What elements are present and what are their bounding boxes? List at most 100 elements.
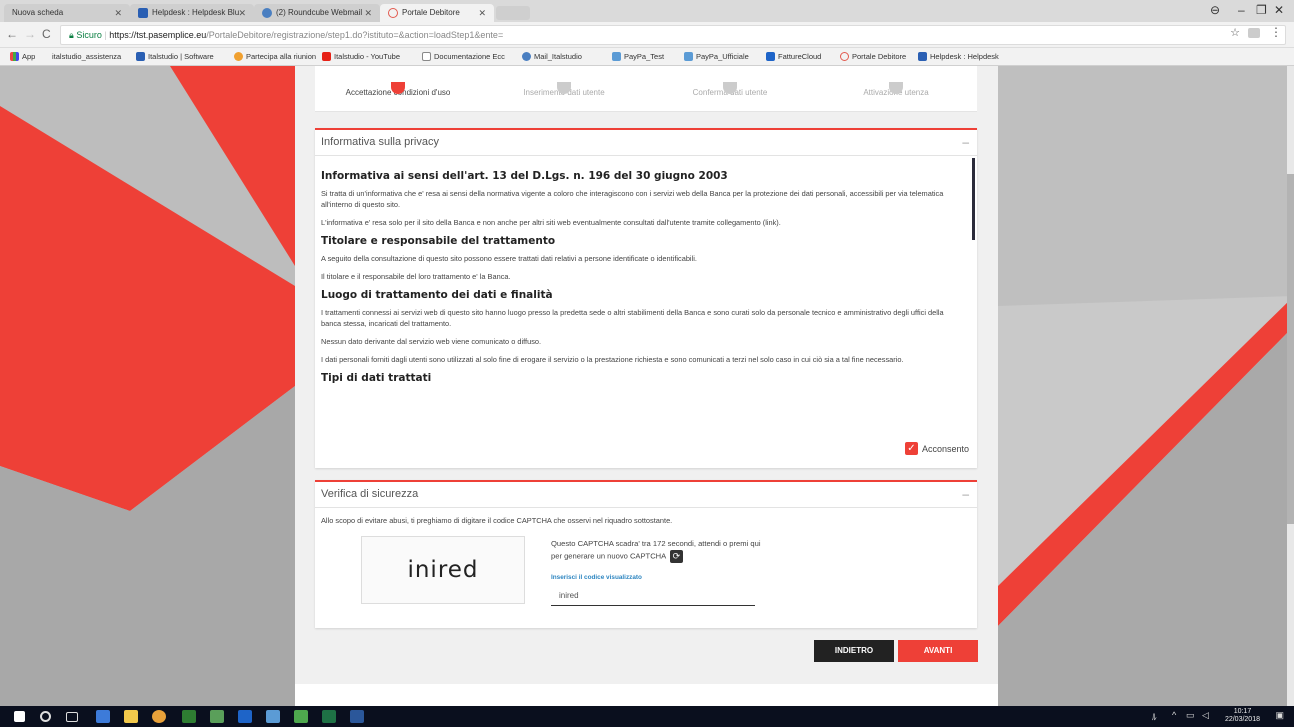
refresh-captcha-icon[interactable]: ⟳: [669, 550, 683, 563]
bookmark-item[interactable]: Partecipa alla riunion: [234, 52, 316, 61]
close-tab-icon[interactable]: ✕: [238, 4, 246, 22]
bookmark-item[interactable]: PayPa_Test: [612, 52, 664, 61]
privacy-panel: Informativa sulla privacy – Informativa …: [315, 128, 977, 468]
close-tab-icon[interactable]: ✕: [364, 4, 372, 22]
windows-taskbar: ﾙ ^ ▭ ◁ 10:17 22/03/2018 ▣: [0, 706, 1294, 727]
section-heading: Informativa ai sensi dell'art. 13 del D.…: [321, 170, 728, 182]
minimize-button[interactable]: –: [1238, 3, 1245, 17]
paragraph: I dati personali forniti dagli utenti so…: [321, 355, 904, 364]
captcha-image-text: inired: [407, 557, 479, 583]
roundcube-icon: [522, 52, 531, 61]
url-host: https://tst.pasemplice.eu: [109, 30, 207, 40]
page-scrollbar[interactable]: [1287, 66, 1294, 706]
bookmark-item[interactable]: italstudio_assistenza: [52, 52, 121, 61]
tab-portale-debitore[interactable]: Portale Debitore ✕: [380, 4, 494, 22]
globe-icon: [388, 8, 398, 18]
fatturecloud-icon: [766, 52, 775, 61]
new-tab-button[interactable]: [496, 6, 530, 20]
back-button[interactable]: INDIETRO: [814, 640, 894, 662]
paypa-icon[interactable]: [266, 710, 280, 723]
privacy-text-area[interactable]: Informativa ai sensi dell'art. 13 del D.…: [315, 156, 977, 424]
bookmark-item[interactable]: FattureCloud: [766, 52, 821, 61]
back-arrow-icon[interactable]: ←: [6, 27, 18, 41]
browser-menu-icon[interactable]: ⋮: [1270, 25, 1282, 39]
web-page: Accettazione condizioni d'uso Inseriment…: [0, 66, 1294, 706]
document-icon: [422, 52, 431, 61]
bookmark-item[interactable]: Documentazione Ecc: [422, 52, 505, 61]
security-panel-header[interactable]: Verifica di sicurezza –: [315, 482, 977, 508]
bookmark-item[interactable]: Italstudio - YouTube: [322, 52, 400, 61]
captcha-code-input[interactable]: [551, 586, 755, 606]
close-window-button[interactable]: ✕: [1274, 3, 1284, 17]
calculator-icon[interactable]: [182, 710, 196, 723]
bookmark-item[interactable]: PayPa_Ufficiale: [684, 52, 749, 61]
people-icon[interactable]: ﾙ: [1152, 710, 1157, 723]
volume-icon[interactable]: ◁: [1202, 710, 1209, 721]
bookmark-item[interactable]: Helpdesk : Helpdesk: [918, 52, 999, 61]
privacy-panel-header[interactable]: Informativa sulla privacy –: [315, 130, 977, 156]
bookmark-star-icon[interactable]: ☆: [1230, 26, 1240, 39]
collapse-icon[interactable]: –: [962, 482, 969, 506]
helpdesk-icon: [918, 52, 927, 61]
tab-nuova-scheda[interactable]: Nuova scheda ✕: [4, 4, 130, 22]
account-circle-icon[interactable]: ⊖: [1210, 3, 1220, 17]
app-icon[interactable]: [96, 710, 110, 723]
consent-label: Acconsento: [921, 443, 969, 454]
search-icon[interactable]: [40, 711, 51, 722]
help-icon[interactable]: [294, 710, 308, 723]
step-accettazione: Accettazione condizioni d'uso: [323, 82, 473, 97]
roundcube-favicon: [262, 8, 272, 18]
address-bar[interactable]: 🔒︎ Sicuro | https://tst.pasemplice.eu/Po…: [60, 25, 1286, 45]
italstudio-icon: [136, 52, 145, 61]
network-icon[interactable]: ▭: [1186, 710, 1195, 721]
taskbar-clock[interactable]: 10:17 22/03/2018: [1225, 708, 1260, 724]
tab-label: Helpdesk : Helpdesk Blu: [152, 8, 240, 17]
forward-arrow-icon[interactable]: →: [24, 27, 36, 41]
captcha-expiry-text: Questo CAPTCHA scadra' tra 172 secondi, …: [551, 539, 761, 561]
paypa-icon: [612, 52, 621, 61]
bookmark-item[interactable]: Mail_Italstudio: [522, 52, 582, 61]
maximize-button[interactable]: ❐: [1256, 3, 1267, 17]
bookmark-item[interactable]: Italstudio | Software: [136, 52, 214, 61]
file-explorer-icon[interactable]: [124, 710, 138, 723]
paypa-icon: [684, 52, 693, 61]
step-attivazione: Attivazione utenza: [821, 82, 971, 97]
paragraph: Il titolare e il responsabile del loro t…: [321, 272, 511, 281]
page-scrollbar-thumb[interactable]: [1287, 174, 1294, 524]
tab-roundcube[interactable]: (2) Roundcube Webmail ✕: [254, 4, 380, 22]
task-view-icon[interactable]: [66, 712, 78, 722]
apps-grid-icon: [10, 52, 19, 61]
tab-helpdesk[interactable]: Helpdesk : Helpdesk Blu ✕: [130, 4, 254, 22]
windows-start-icon[interactable]: [14, 711, 25, 722]
notifications-icon[interactable]: ▣: [1275, 710, 1284, 721]
panel-title: Informativa sulla privacy: [321, 136, 439, 148]
captcha-instructions: Allo scopo di evitare abusi, ti preghiam…: [321, 516, 673, 525]
captcha-image: inired: [361, 536, 525, 604]
bookmark-item[interactable]: Portale Debitore: [840, 52, 906, 61]
tab-label: Nuova scheda: [12, 8, 64, 17]
reload-icon[interactable]: C: [42, 27, 51, 41]
secure-label: Sicuro: [76, 30, 102, 40]
word-icon[interactable]: [350, 710, 364, 723]
checkbox-checked-icon[interactable]: ✓: [904, 442, 918, 455]
next-button[interactable]: AVANTI: [898, 640, 978, 662]
paragraph: Si tratta di un'informativa che e' resa …: [321, 189, 944, 209]
container-footer: [295, 684, 998, 706]
extension-icon[interactable]: [1248, 28, 1260, 38]
close-tab-icon[interactable]: ✕: [114, 4, 122, 22]
browser-toolbar: ← → C 🔒︎ Sicuro | https://tst.pasemplice…: [0, 22, 1294, 48]
chrome-icon[interactable]: [152, 710, 166, 723]
fatturecloud-icon[interactable]: [238, 710, 252, 723]
collapse-icon[interactable]: –: [962, 130, 969, 154]
panel-title: Verifica di sicurezza: [321, 488, 419, 500]
consent-checkbox-row[interactable]: ✓ Acconsento: [904, 442, 969, 455]
notepad-icon[interactable]: [210, 710, 224, 723]
bookmark-apps[interactable]: App: [10, 52, 35, 61]
chevron-up-icon[interactable]: ^: [1172, 710, 1176, 720]
close-tab-icon[interactable]: ✕: [478, 4, 486, 22]
privacy-scrollbar-thumb[interactable]: [972, 158, 975, 240]
paragraph: Nessun dato derivante dal servizio web v…: [321, 337, 542, 346]
meeting-icon: [234, 52, 243, 61]
excel-icon[interactable]: [322, 710, 336, 723]
captcha-expiry-info: Questo CAPTCHA scadra' tra 172 secondi, …: [551, 538, 761, 563]
